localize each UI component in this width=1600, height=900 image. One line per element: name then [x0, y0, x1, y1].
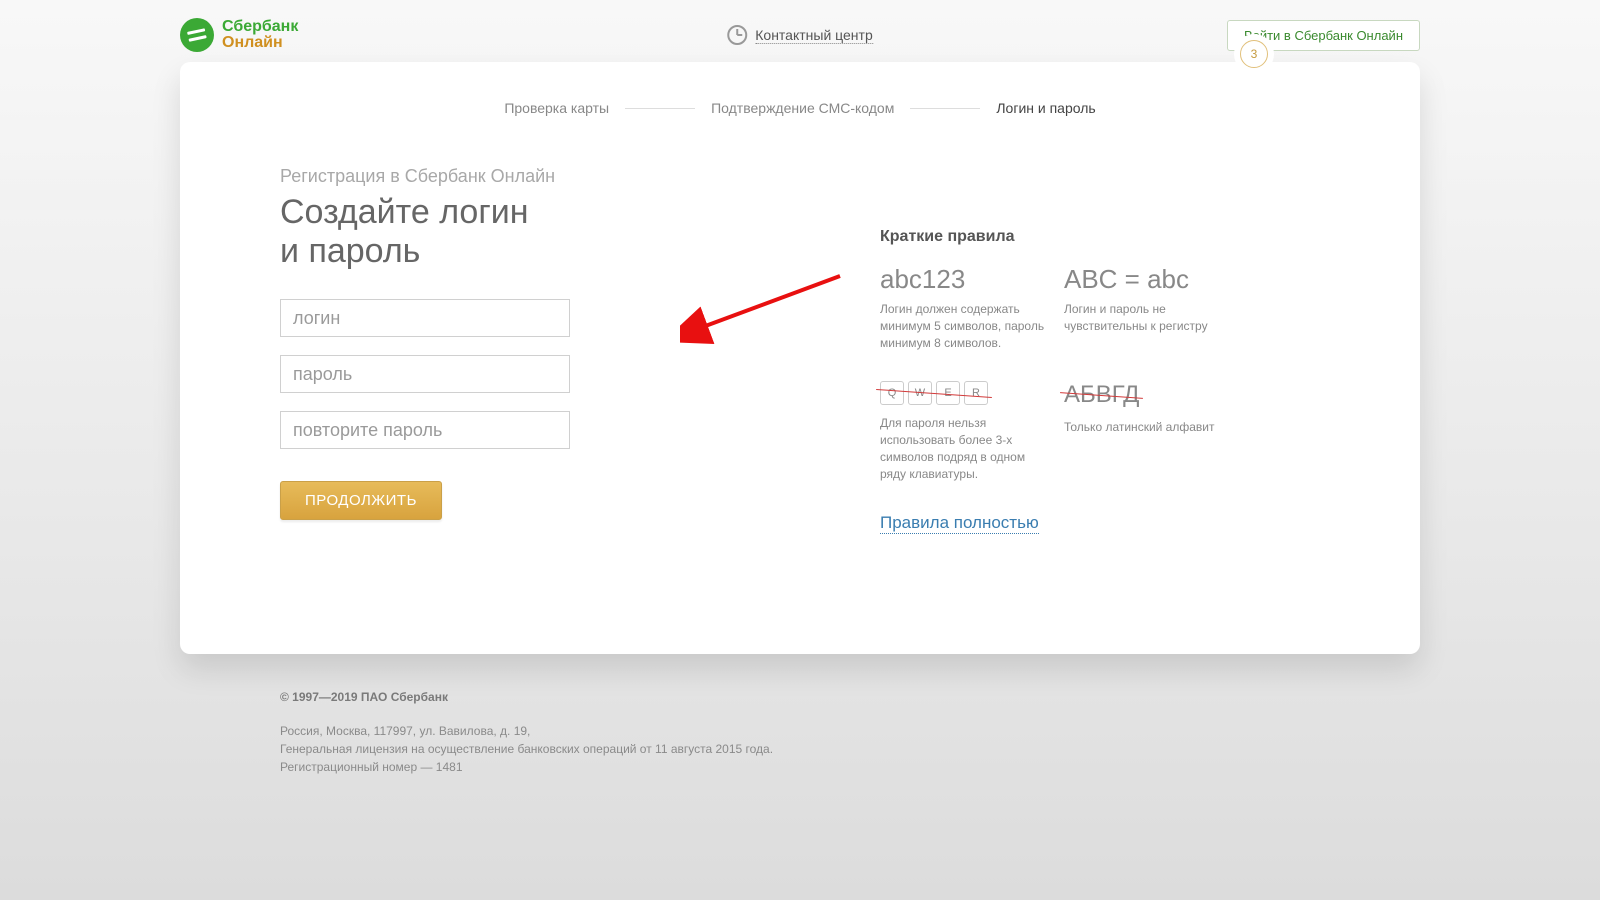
rule-2: ABC = abc Логин и пароль не чувствительн… — [1064, 264, 1234, 351]
step-2: Подтверждение СМС-кодом — [711, 100, 894, 116]
footer-address: Россия, Москва, 117997, ул. Вавилова, д.… — [280, 722, 1320, 740]
password-repeat-input[interactable] — [280, 411, 570, 449]
title-line2: и пароль — [280, 232, 420, 270]
rule-3: Q W E R Для пароля нельзя использовать б… — [880, 381, 1050, 482]
key-w: W — [908, 381, 932, 405]
rule-3-keys: Q W E R — [880, 381, 988, 405]
rule-1-text: Логин должен содержать минимум 5 символо… — [880, 301, 1050, 351]
step-number: 3 — [1240, 40, 1268, 68]
brand-text: Сбербанк Онлайн — [222, 19, 298, 51]
password-input[interactable] — [280, 355, 570, 393]
login-input[interactable] — [280, 299, 570, 337]
rule-4-head: АБВГД — [1064, 381, 1139, 409]
content-row: Регистрация в Сбербанк Онлайн Создайте л… — [280, 166, 1320, 534]
key-q: Q — [880, 381, 904, 405]
step-indicator-circle: 3 — [1234, 34, 1274, 74]
rule-2-head: ABC = abc — [1064, 264, 1234, 295]
step-divider — [625, 108, 695, 109]
brand-line2: Онлайн — [222, 35, 298, 51]
footer-license: Генеральная лицензия на осуществление ба… — [280, 740, 1320, 758]
page-title: Создайте логин и пароль — [280, 193, 780, 271]
key-r: R — [964, 381, 988, 405]
clock-icon — [727, 25, 747, 45]
page-subtitle: Регистрация в Сбербанк Онлайн — [280, 166, 780, 187]
main-card: 3 Проверка карты Подтверждение СМС-кодом… — [180, 62, 1420, 654]
rule-4-text: Только латинский алфавит — [1064, 419, 1234, 436]
continue-button[interactable]: ПРОДОЛЖИТЬ — [280, 481, 442, 520]
step-divider — [910, 108, 980, 109]
rule-1: abc123 Логин должен содержать минимум 5 … — [880, 264, 1050, 351]
contact-center-label: Контактный центр — [755, 27, 873, 44]
footer-reg: Регистрационный номер — 1481 — [280, 758, 1320, 776]
steps-bar: Проверка карты Подтверждение СМС-кодом Л… — [280, 92, 1320, 166]
step-1: Проверка карты — [504, 100, 609, 116]
footer-copyright: © 1997—2019 ПАО Сбербанк — [280, 688, 1320, 706]
key-e: E — [936, 381, 960, 405]
rules-column: Краткие правила abc123 Логин должен соде… — [880, 166, 1320, 534]
step-3: Логин и пароль — [996, 100, 1095, 116]
rule-4: АБВГД Только латинский алфавит — [1064, 381, 1234, 482]
title-line1: Создайте логин — [280, 193, 529, 231]
full-rules-link[interactable]: Правила полностью — [880, 513, 1039, 534]
contact-center-link[interactable]: Контактный центр — [727, 25, 873, 45]
brand-line1: Сбербанк — [222, 19, 298, 35]
rule-3-text: Для пароля нельзя использовать более 3-х… — [880, 415, 1050, 482]
form-column: Регистрация в Сбербанк Онлайн Создайте л… — [280, 166, 780, 534]
rules-grid: abc123 Логин должен содержать минимум 5 … — [880, 264, 1320, 483]
rules-heading: Краткие правила — [880, 228, 1320, 246]
sberbank-logo-icon — [180, 18, 214, 52]
rule-1-head: abc123 — [880, 264, 1050, 295]
page-footer: © 1997—2019 ПАО Сбербанк Россия, Москва,… — [280, 688, 1320, 776]
rule-2-text: Логин и пароль не чувствительны к регист… — [1064, 301, 1234, 335]
brand-logo: Сбербанк Онлайн — [180, 18, 298, 52]
